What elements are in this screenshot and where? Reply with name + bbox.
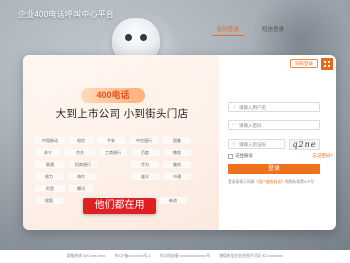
username-input[interactable] — [239, 103, 317, 111]
customer-logo: 联通 — [35, 161, 65, 168]
customer-logo: 京东 — [65, 149, 95, 156]
customer-logo: 招商银行 — [69, 161, 97, 168]
captcha-field[interactable]: ◇ — [228, 139, 317, 149]
customer-logo: 新浪 — [159, 197, 187, 204]
footer-item[interactable]: 京ICP备xxxxxxxx号-1 — [114, 254, 150, 258]
customer-logo: 美的 — [163, 161, 191, 168]
promo-badge: 400电话 — [81, 88, 145, 103]
customer-logo: 国美 — [163, 137, 191, 144]
remember-checkbox[interactable] — [228, 153, 233, 159]
user-icon: ○ — [232, 104, 236, 110]
customer-logo: 中通 — [163, 173, 191, 180]
agreement-prefix: 登录即表示同意 — [228, 180, 255, 184]
site-title: 企业400电话呼叫中心平台 — [18, 10, 114, 19]
tab-password-login[interactable]: 密码登录 — [212, 25, 244, 36]
customer-logo: 格力 — [35, 173, 63, 180]
customer-logo: 携程 — [163, 149, 191, 156]
promo-headline: 大到上市公司 小到街头门店 — [55, 108, 189, 120]
lock-icon: □ — [232, 122, 236, 128]
remember-account[interactable]: 记住账号 — [228, 153, 253, 159]
customer-logo: 顺丰 — [131, 173, 159, 180]
customer-logo: 搜狐 — [35, 197, 63, 204]
agreement-suffix: 和隐私政策ICP号 — [284, 180, 315, 184]
customer-logo: 百度 — [131, 149, 159, 156]
customer-logo: 平安 — [97, 137, 125, 144]
customer-logo: 华为 — [131, 161, 159, 168]
login-tabs: 密码登录 短信登录 — [208, 25, 298, 36]
customer-logo: 阿里 — [35, 185, 65, 192]
footer-item: 增值电信业务经营许可证 B2-xxxxxxxx — [219, 254, 284, 258]
password-input[interactable] — [239, 121, 317, 129]
customer-logo: 腾讯 — [69, 185, 93, 192]
customer-logo: 苏宁 — [35, 149, 61, 156]
customer-logo: 海尔 — [67, 173, 95, 180]
customer-logo-grid: 中国移动 电信 平安 中信银行 国美 苏宁 京东 工商银行 百度 携程 联通 招… — [35, 137, 195, 207]
customer-logo: 中国移动 — [35, 137, 65, 144]
qr-login-button[interactable]: 扫码登录 — [290, 59, 318, 68]
agreement-text: 登录即表示同意《用户服务协议》和隐私政策ICP号 — [228, 180, 328, 185]
captcha-image[interactable]: q2ne — [289, 139, 320, 150]
login-button[interactable]: 登录 — [228, 164, 320, 174]
remember-label: 记住账号 — [235, 153, 253, 158]
username-field[interactable]: ○ — [228, 102, 320, 112]
customer-logo: 电信 — [69, 137, 93, 144]
shield-icon: ◇ — [232, 141, 236, 147]
promo-overlay-label: 他们都在用 — [83, 198, 156, 214]
footer-item[interactable]: 京公网安备 xxxxxxxxxxxxxx号 — [160, 254, 210, 258]
qrcode-icon[interactable] — [321, 58, 333, 70]
agreement-link[interactable]: 《用户服务协议》 — [255, 180, 285, 184]
customer-logo: 工商银行 — [99, 149, 127, 156]
forgot-password-link[interactable]: 忘记密码? — [312, 153, 333, 159]
customer-logo: 中信银行 — [129, 137, 159, 144]
page-footer: 客服热线 400-xxx-xxxx 京ICP备xxxxxxxx号-1 京公网安备… — [0, 250, 350, 263]
promo-panel: 400电话 大到上市公司 小到街头门店 中国移动 电信 平安 中信银行 国美 苏… — [23, 55, 219, 230]
tab-sms-login[interactable]: 短信登录 — [253, 25, 293, 36]
password-field[interactable]: □ — [228, 120, 320, 130]
footer-item: 客服热线 400-xxx-xxxx — [66, 254, 106, 258]
